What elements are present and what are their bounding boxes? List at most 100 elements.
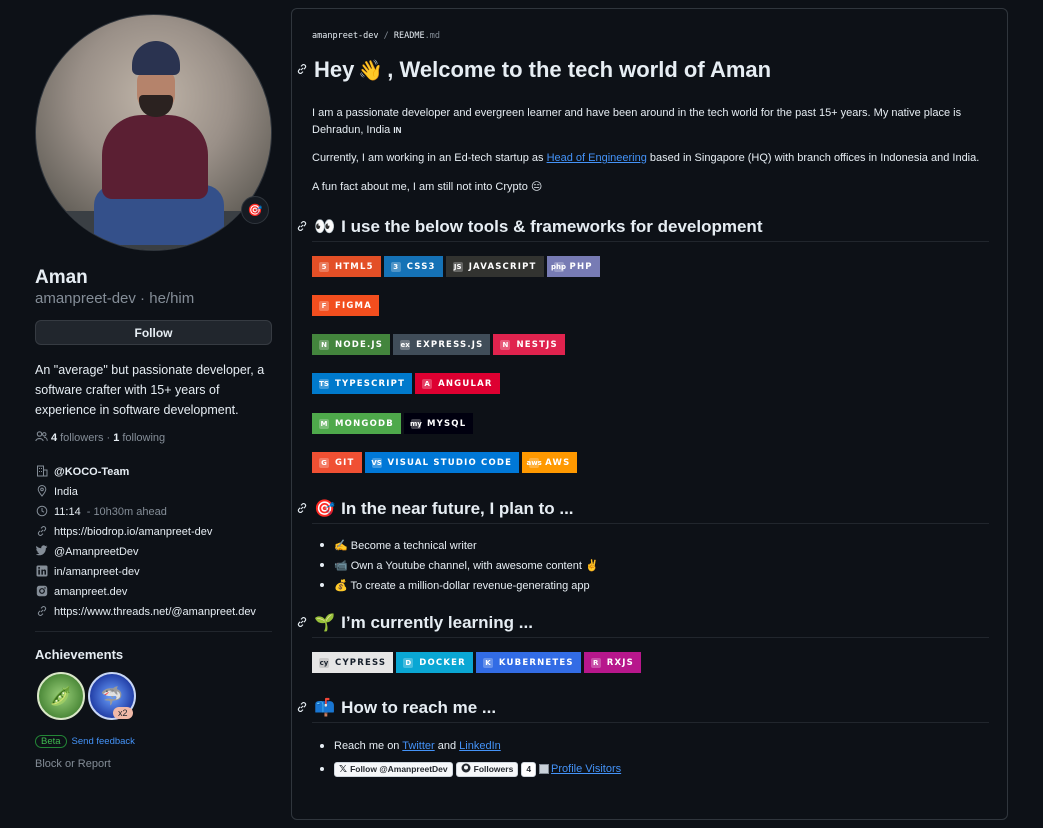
profile-bio: An "average" but passionate developer, a… — [35, 363, 265, 417]
tech-badge: aws AWS — [522, 452, 578, 473]
reach-heading: 📫 How to reach me ... — [296, 698, 496, 718]
twitter-follow-label: Follow @AmanpreetDev — [350, 764, 448, 774]
badge-row: G GIT VS VISUAL STUDIO CODE aws AWS — [312, 452, 578, 473]
list-item: ✍️ Become a technical writer — [320, 535, 599, 555]
readme-path: amanpreet-dev / README.md — [312, 31, 440, 41]
time-row: 11:14 - 10h30m ahead — [35, 502, 272, 522]
reach-text: Reach me on Twitter and LinkedIn — [334, 740, 501, 752]
achievements-title: Achievements — [35, 647, 124, 662]
linkedin-link[interactable]: LinkedIn — [459, 740, 501, 752]
people-icon — [35, 431, 48, 445]
linkedin-row: in/amanpreet-dev — [35, 562, 272, 582]
tech-logo-icon: JS — [452, 261, 463, 272]
profile-handle: amanpreet-dev · he/him — [35, 290, 195, 307]
linkedin-link[interactable]: in/amanpreet-dev — [54, 566, 140, 578]
instagram-link[interactable]: amanpreet.dev — [54, 586, 127, 598]
bullet — [320, 767, 324, 771]
github-followers-button[interactable]: Followers — [455, 761, 519, 777]
twitter-link[interactable]: @AmanpreetDev — [54, 546, 139, 558]
peas-icon: 🫛 — [49, 685, 73, 706]
readme-path-separator: / — [383, 31, 389, 41]
intro-text-2-pre: Currently, I am working in an Ed-tech st… — [312, 152, 547, 164]
future-item-text: 💰 To create a million-dollar revenue-gen… — [334, 579, 590, 592]
threads-link[interactable]: https://www.threads.net/@amanpreet.dev — [54, 606, 256, 618]
tech-logo-icon: aws — [526, 457, 542, 468]
learning-title: I’m currently learning ... — [341, 613, 533, 632]
future-title: In the near future, I plan to ... — [341, 499, 574, 518]
anchor-link-icon[interactable] — [296, 701, 308, 716]
learning-badges: cy CYPRESS D DOCKER K KUBERNETES R RXJS — [312, 652, 641, 673]
list-item: Reach me on Twitter and LinkedIn — [320, 736, 621, 756]
reach-and: and — [434, 740, 460, 752]
tech-badge-label: PHP — [569, 261, 593, 272]
anchor-link-icon[interactable] — [296, 502, 308, 517]
follow-button[interactable]: Follow — [35, 320, 272, 345]
send-feedback-link[interactable]: Send feedback — [72, 736, 135, 747]
intro-paragraph-1: I am a passionate developer and evergree… — [312, 105, 992, 139]
twitter-link[interactable]: Twitter — [402, 740, 434, 752]
tech-logo-icon: ex — [400, 339, 411, 350]
follow-stats: 4 followers · 1 following — [35, 431, 165, 445]
intro-paragraph-3: A fun fact about me, I am still not into… — [312, 181, 543, 193]
website-link[interactable]: https://biodrop.io/amanpreet-dev — [54, 526, 212, 538]
tech-badge-label: TYPESCRIPT — [335, 378, 406, 389]
followers-link[interactable]: 4 followers — [51, 432, 104, 444]
tech-logo-icon: A — [422, 378, 433, 389]
tech-logo-icon: K — [482, 657, 493, 668]
mailbox-emoji: 📫 — [314, 698, 336, 717]
anchor-link-icon[interactable] — [296, 616, 308, 631]
time-offset: - 10h30m ahead — [86, 506, 167, 518]
tech-badge: F FIGMA — [312, 295, 379, 316]
followers-label: followers — [60, 432, 104, 444]
anchor-link-icon[interactable] — [296, 220, 308, 235]
badge-row: N NODE.JS ex EXPRESS.JS N NESTJS — [312, 334, 565, 355]
avatar-beard — [139, 95, 173, 117]
instagram-row: amanpreet.dev — [35, 582, 272, 602]
tech-badge: 3 CSS3 — [383, 256, 443, 277]
tech-badge-label: HTML5 — [335, 261, 374, 272]
tech-logo-icon: TS — [319, 378, 329, 389]
follow-separator: · — [106, 432, 111, 444]
achievement-multiplier: x2 — [113, 707, 133, 719]
beta-label: Beta — [35, 735, 67, 748]
tech-badge-label: MYSQL — [426, 418, 467, 429]
anchor-link-icon[interactable] — [296, 63, 308, 78]
tech-logo-icon: VS — [371, 457, 382, 468]
profile-avatar[interactable] — [35, 14, 272, 251]
status-emoji-button[interactable]: 🎯 — [241, 196, 269, 224]
link-icon — [35, 605, 48, 620]
readme-path-file[interactable]: README — [394, 31, 425, 41]
seedling-emoji: 🌱 — [314, 613, 336, 632]
tech-logo-icon: G — [319, 457, 329, 468]
intro-text-2-post: based in Singapore (HQ) with branch offi… — [646, 152, 980, 164]
tools-divider — [312, 241, 989, 242]
tech-badge: R RXJS — [583, 652, 641, 673]
following-link[interactable]: 1 following — [113, 432, 165, 444]
tech-badge: G GIT — [312, 452, 362, 473]
block-report-link[interactable]: Block or Report — [35, 758, 111, 770]
reach-divider — [312, 722, 989, 723]
head-of-engineering-link[interactable]: Head of Engineering — [547, 152, 647, 164]
tech-badge: A ANGULAR — [415, 373, 500, 394]
achievement-badge-pair-extraordinaire[interactable]: 🫛 — [37, 672, 85, 720]
tech-logo-icon: N — [500, 339, 511, 350]
future-item-text: 📹 Own a Youtube channel, with awesome co… — [334, 559, 599, 572]
bullet — [320, 563, 324, 567]
website-row: https://biodrop.io/amanpreet-dev — [35, 522, 272, 542]
tech-badge-label: NESTJS — [516, 339, 558, 350]
learning-divider — [312, 637, 989, 638]
tech-logo-icon: 3 — [390, 261, 401, 272]
tech-logo-icon: M — [319, 418, 329, 429]
readme-path-user[interactable]: amanpreet-dev — [312, 31, 379, 41]
heading-prefix: Hey — [314, 57, 355, 82]
org-link[interactable]: @KOCO-Team — [54, 466, 129, 478]
bullet — [320, 543, 324, 547]
tech-logo-icon: 5 — [319, 261, 329, 272]
tech-badge-label: MONGODB — [335, 418, 394, 429]
tech-badge-label: NODE.JS — [335, 339, 384, 350]
location-text: India — [54, 486, 78, 498]
twitter-follow-button[interactable]: 𝕏 Follow @AmanpreetDev — [334, 761, 453, 777]
profile-visitors-image[interactable]: Profile Visitors — [539, 763, 621, 775]
tech-logo-icon: N — [319, 339, 329, 350]
github-followers-count: 4 — [521, 761, 537, 777]
